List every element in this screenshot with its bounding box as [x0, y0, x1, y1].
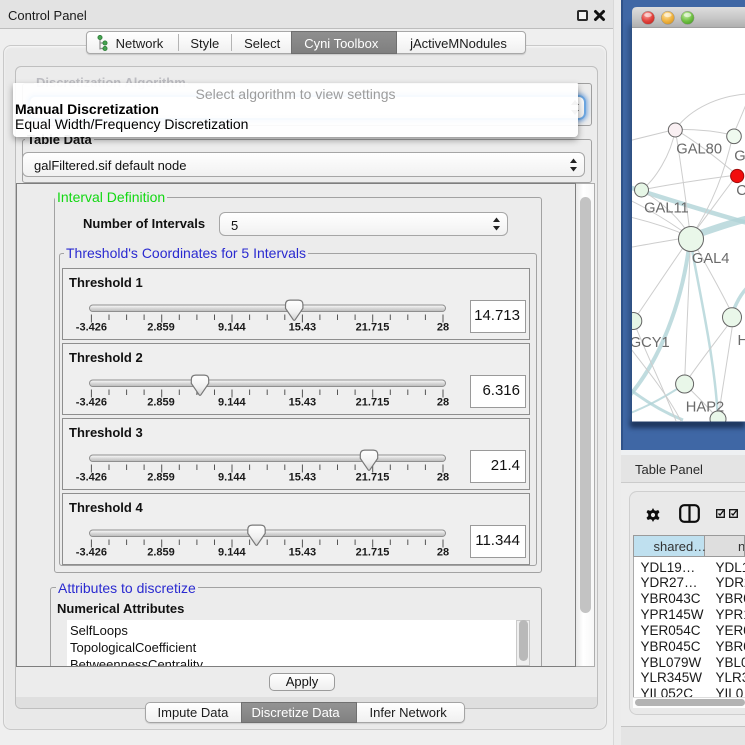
svg-text:C: C [736, 183, 745, 199]
svg-text:-3.426: -3.426 [76, 321, 107, 333]
svg-text:15.43: 15.43 [289, 546, 317, 558]
svg-text:28: 28 [437, 471, 449, 483]
svg-text:15.43: 15.43 [289, 396, 317, 408]
svg-text:28: 28 [437, 546, 449, 558]
svg-text:21.715: 21.715 [356, 546, 390, 558]
svg-text:GAL80: GAL80 [676, 142, 722, 158]
svg-text:28: 28 [437, 321, 449, 333]
svg-text:GAL4: GAL4 [692, 251, 730, 267]
svg-text:GA: GA [734, 149, 745, 165]
svg-text:-3.426: -3.426 [76, 546, 107, 558]
svg-text:2.859: 2.859 [147, 471, 175, 483]
svg-text:2.859: 2.859 [147, 396, 175, 408]
svg-text:-3.426: -3.426 [76, 471, 107, 483]
svg-text:15.43: 15.43 [289, 471, 317, 483]
svg-text:2.859: 2.859 [147, 546, 175, 558]
svg-text:9.144: 9.144 [218, 546, 246, 558]
svg-text:GAL11: GAL11 [644, 201, 689, 217]
svg-text:2.859: 2.859 [147, 321, 175, 333]
svg-text:21.715: 21.715 [356, 471, 390, 483]
svg-text:GCY1: GCY1 [630, 335, 670, 351]
svg-text:15.43: 15.43 [289, 321, 317, 333]
svg-text:9.144: 9.144 [218, 471, 246, 483]
svg-text:21.715: 21.715 [356, 321, 390, 333]
svg-text:H: H [738, 333, 745, 349]
svg-text:9.144: 9.144 [218, 396, 246, 408]
svg-text:28: 28 [437, 396, 449, 408]
svg-text:HAP2: HAP2 [686, 400, 724, 416]
svg-text:21.715: 21.715 [356, 396, 390, 408]
svg-text:9.144: 9.144 [218, 321, 246, 333]
svg-text:-3.426: -3.426 [76, 396, 107, 408]
